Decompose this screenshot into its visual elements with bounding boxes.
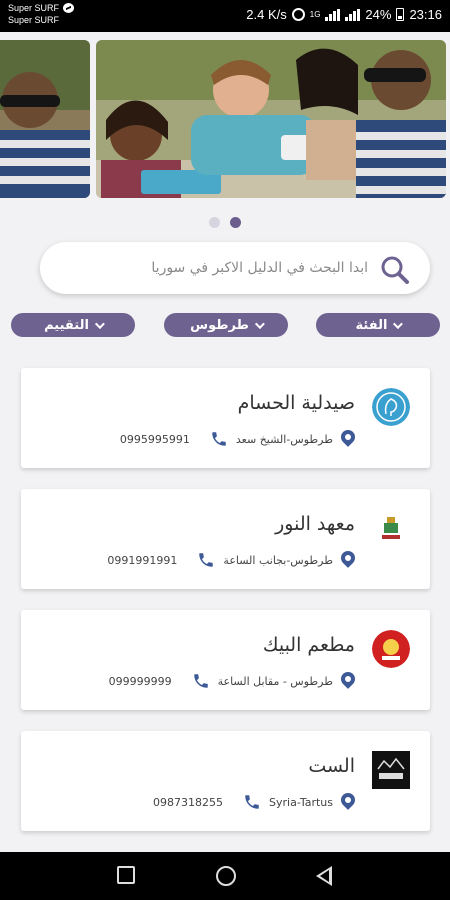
restaurant-logo-icon <box>372 630 410 668</box>
filter-city-button[interactable]: طرطوس <box>164 313 288 337</box>
listing-address: طرطوس-الشيخ سعد <box>235 432 333 446</box>
battery-icon <box>396 8 405 21</box>
phone-icon[interactable] <box>192 672 210 690</box>
back-icon[interactable] <box>316 866 332 886</box>
banner-photo-previous <box>0 40 90 198</box>
listing-card[interactable]: صيدلية الحسام طرطوس-الشيخ سعد 0995995991 <box>21 368 430 468</box>
chevron-down-icon <box>393 318 404 329</box>
listing-card[interactable]: مطعم البيك طرطوس - مقابل الساعة 09999999… <box>21 610 430 710</box>
listing-address: Syria-Tartus <box>269 795 333 809</box>
filter-category-button[interactable]: الفئة <box>316 313 440 337</box>
listing-meta: طرطوس-الشيخ سعد 0995995991 <box>120 430 355 448</box>
filter-category-label: الفئة <box>355 317 388 333</box>
listing-address: طرطوس - مقابل الساعة <box>217 674 333 688</box>
network-type: 1G <box>309 10 321 19</box>
listing-meta: Syria-Tartus 0987318255 <box>153 793 355 811</box>
carousel-dot-2-active[interactable] <box>230 217 241 228</box>
chevron-down-icon <box>254 318 265 329</box>
location-pin-icon <box>341 430 355 448</box>
clock: 23:16 <box>409 7 442 22</box>
status-bar: Super SURF Super SURF 2.4 K/s 1G 24% 23:… <box>0 0 450 32</box>
banner-slide-current[interactable] <box>96 40 446 198</box>
phone-icon[interactable] <box>243 793 261 811</box>
system-nav-bar <box>0 852 450 900</box>
banner-carousel[interactable] <box>0 40 450 198</box>
listing-meta: طرطوس - مقابل الساعة 099999999 <box>109 672 355 690</box>
location-pin-icon <box>341 793 355 811</box>
listing-card[interactable]: معهد النور طرطوس-بجانب الساعة 0991991991 <box>21 489 430 589</box>
institute-logo-icon <box>372 509 410 547</box>
messenger-icon <box>63 3 75 13</box>
banner-slide-previous[interactable] <box>0 40 90 198</box>
status-icons: 2.4 K/s 1G 24% 23:16 <box>246 7 442 22</box>
chevron-down-icon <box>94 318 105 329</box>
listing-phone[interactable]: 0995995991 <box>120 433 190 446</box>
listing-phone[interactable]: 0991991991 <box>107 554 177 567</box>
location-pin-icon <box>341 672 355 690</box>
listing-card[interactable]: الست Syria-Tartus 0987318255 <box>21 731 430 831</box>
phone-icon[interactable] <box>197 551 215 569</box>
filter-bar: التقييم طرطوس الفئة <box>11 313 441 337</box>
carousel-indicator <box>0 217 450 228</box>
listing-meta: طرطوس-بجانب الساعة 0991991991 <box>107 551 355 569</box>
banner-photo-current <box>96 40 446 198</box>
phone-icon[interactable] <box>210 430 228 448</box>
battery-percent: 24% <box>365 7 392 22</box>
filter-rating-label: التقييم <box>44 317 89 333</box>
listing-name: الست <box>308 755 355 777</box>
listing-name: مطعم البيك <box>262 634 355 656</box>
signal-icon <box>325 8 341 21</box>
search-input[interactable] <box>60 256 368 280</box>
filter-city-label: طرطوس <box>190 317 249 333</box>
pharmacy-logo-icon <box>372 388 410 426</box>
notification-text-2: Super SURF <box>8 15 60 25</box>
hotspot-icon <box>291 8 305 21</box>
notification-text-1: Super SURF <box>8 3 60 13</box>
search-icon[interactable] <box>380 255 410 285</box>
network-speed: 2.4 K/s <box>246 7 287 22</box>
signal-icon-2 <box>345 8 361 21</box>
search-bar[interactable] <box>40 242 430 294</box>
home-icon[interactable] <box>216 866 236 886</box>
recents-icon[interactable] <box>117 866 135 884</box>
listing-address: طرطوس-بجانب الساعة <box>223 553 333 567</box>
listing-name: معهد النور <box>275 513 355 535</box>
store-logo-icon <box>372 751 410 789</box>
listing-name: صيدلية الحسام <box>237 392 355 414</box>
listing-phone[interactable]: 099999999 <box>109 675 172 688</box>
carousel-dot-1[interactable] <box>209 217 220 228</box>
listing-phone[interactable]: 0987318255 <box>153 796 223 809</box>
notification-area: Super SURF Super SURF <box>8 2 75 26</box>
location-pin-icon <box>341 551 355 569</box>
filter-rating-button[interactable]: التقييم <box>11 313 135 337</box>
